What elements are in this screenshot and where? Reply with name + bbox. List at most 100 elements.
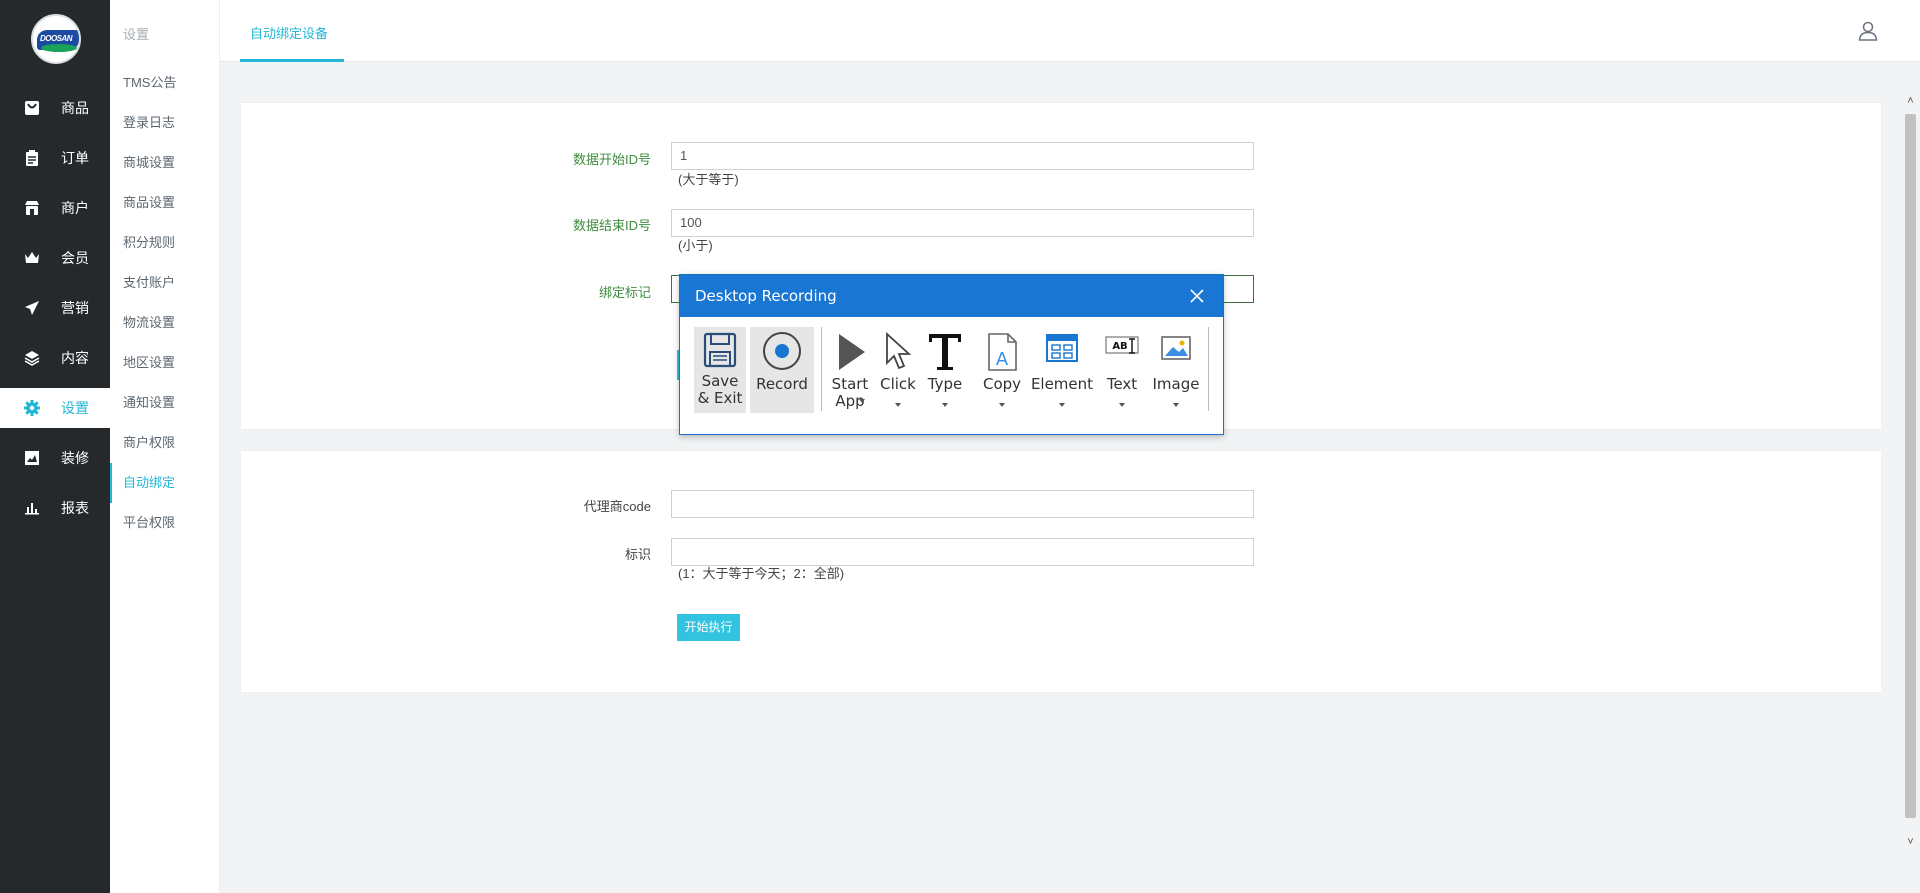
chevron-down-icon [858,399,865,403]
layers-icon [24,351,40,366]
tab-auto-bind-device[interactable]: 自动绑定设备 [240,0,344,62]
start-app-button[interactable]: Start App [826,327,874,413]
save-exit-button[interactable]: Save & Exit [694,327,746,413]
agent-code-input[interactable] [671,490,1254,518]
cursor-icon [886,331,912,370]
subnav-item-tms-notice[interactable]: TMS公告 [110,63,219,103]
copy-label: Copy [982,375,1022,393]
subnav-item-payment-accounts[interactable]: 支付账户 [110,263,219,303]
doosan-logo[interactable]: DOOSAN [31,14,81,64]
text-button[interactable]: AB Text [1098,327,1146,413]
chevron-down-icon [1173,403,1179,407]
type-label: Type [927,375,963,393]
sidebar-item-label: 报表 [61,500,89,516]
flag-hint: (1：大于等于今天；2：全部) [678,566,845,581]
copy-button[interactable]: A Copy [980,327,1024,413]
subnav-item-label: 支付账户 [123,275,176,290]
logo-swoosh [41,44,77,52]
sidebar-item-label: 内容 [61,350,89,366]
scroll-down-icon[interactable]: ˅ [1905,837,1916,848]
sidebar-item-label: 商户 [61,200,89,216]
sidebar-item-label: 营销 [61,300,89,316]
end-id-label: 数据结束ID号 [572,218,651,233]
user-icon[interactable] [1858,21,1878,41]
subnav-item-auto-bind[interactable]: 自动绑定 [110,463,219,503]
end-id-input[interactable]: 100 [671,209,1254,237]
subnav-item-points-rules[interactable]: 积分规则 [110,223,219,263]
crown-icon [25,252,39,263]
svg-text:A: A [996,349,1009,370]
text-select-icon: AB [1105,336,1139,354]
record-icon [763,332,801,370]
sidebar-item-decoration[interactable]: 装修 [0,438,110,478]
scroll-up-icon[interactable]: ˄ [1905,96,1916,107]
subnav-item-mall-settings[interactable]: 商城设置 [110,143,219,183]
subnav-item-label: 积分规则 [123,235,176,250]
subnav-item-label: 商城设置 [123,155,176,170]
toolbar-divider [1208,327,1209,411]
subnav-item-regions[interactable]: 地区设置 [110,343,219,383]
agent-code-label: 代理商code [583,499,651,514]
execute-panel [240,450,1882,693]
click-button[interactable]: Click [877,327,919,413]
subnav-item-label: 登录日志 [123,115,176,130]
record-label: Record [756,375,808,393]
image-label: Image [1152,375,1200,393]
scrollbar-thumb[interactable] [1905,114,1916,818]
subnav-item-label: 商品设置 [123,195,176,210]
subnav-item-merchant-permissions[interactable]: 商户权限 [110,423,219,463]
element-button[interactable]: Element [1026,327,1098,413]
paper-plane-icon [25,301,39,315]
subnav-item-label: 自动绑定 [123,475,176,490]
start-id-input[interactable]: 1 [671,142,1254,170]
start-app-label: Start App [831,375,869,410]
floppy-disk-icon [703,332,737,368]
subnav-item-notifications[interactable]: 通知设置 [110,383,219,423]
subnav-item-logistics[interactable]: 物流设置 [110,303,219,343]
window-element-icon [1046,334,1078,362]
sidebar-item-label: 设置 [61,400,89,416]
sidebar-item-reports[interactable]: 报表 [0,488,110,528]
logo-text: DOOSAN [39,34,73,43]
subnav-item-platform-permissions[interactable]: 平台权限 [110,503,219,543]
sidebar-item-merchants[interactable]: 商户 [0,188,110,228]
sidebar-item-members[interactable]: 会员 [0,238,110,278]
main-sidebar: DOOSAN 商品 订单 商户 会员 营销 内容 设置 装修 报表 [0,0,110,893]
page-scrollbar[interactable]: ˄ ˅ [1902,82,1918,855]
sidebar-item-settings[interactable]: 设置 [0,388,110,428]
chevron-down-icon [999,403,1005,407]
type-t-icon [929,334,961,370]
subnav-item-label: 平台权限 [123,515,176,530]
subnav-item-login-log[interactable]: 登录日志 [110,103,219,143]
settings-subnav: 设置 TMS公告 登录日志 商城设置 商品设置 积分规则 支付账户 物流设置 地… [110,0,220,893]
close-icon[interactable] [1186,285,1208,307]
copy-document-icon: A [988,333,1017,371]
subnav-item-label: 物流设置 [123,315,176,330]
bar-chart-icon [25,503,39,515]
subnav-item-label: 商户权限 [123,435,176,450]
click-label: Click [880,375,916,393]
sidebar-item-label: 会员 [61,250,89,266]
bind-flag-label: 绑定标记 [598,285,651,300]
sidebar-item-label: 装修 [61,450,89,466]
sidebar-item-content[interactable]: 内容 [0,338,110,378]
chevron-down-icon [942,403,948,407]
sidebar-item-orders[interactable]: 订单 [0,138,110,178]
sidebar-item-marketing[interactable]: 营销 [0,288,110,328]
subnav-item-product-settings[interactable]: 商品设置 [110,183,219,223]
toolbar-divider [821,327,822,411]
element-label: Element [1030,375,1094,393]
type-button[interactable]: Type [924,327,966,413]
tab-label: 自动绑定设备 [250,26,329,41]
subnav-item-label: TMS公告 [123,75,177,90]
sidebar-item-products[interactable]: 商品 [0,88,110,128]
subnav-item-label: 通知设置 [123,395,176,410]
start-execute-button[interactable]: 开始执行 [677,614,740,641]
flag-input[interactable] [671,538,1254,566]
chevron-down-icon [1059,403,1065,407]
dialog-titlebar[interactable]: Desktop Recording [680,275,1223,317]
store-icon [25,201,39,215]
image-button[interactable]: Image [1146,327,1206,413]
record-button[interactable]: Record [750,327,814,413]
sidebar-item-label: 商品 [61,100,89,116]
